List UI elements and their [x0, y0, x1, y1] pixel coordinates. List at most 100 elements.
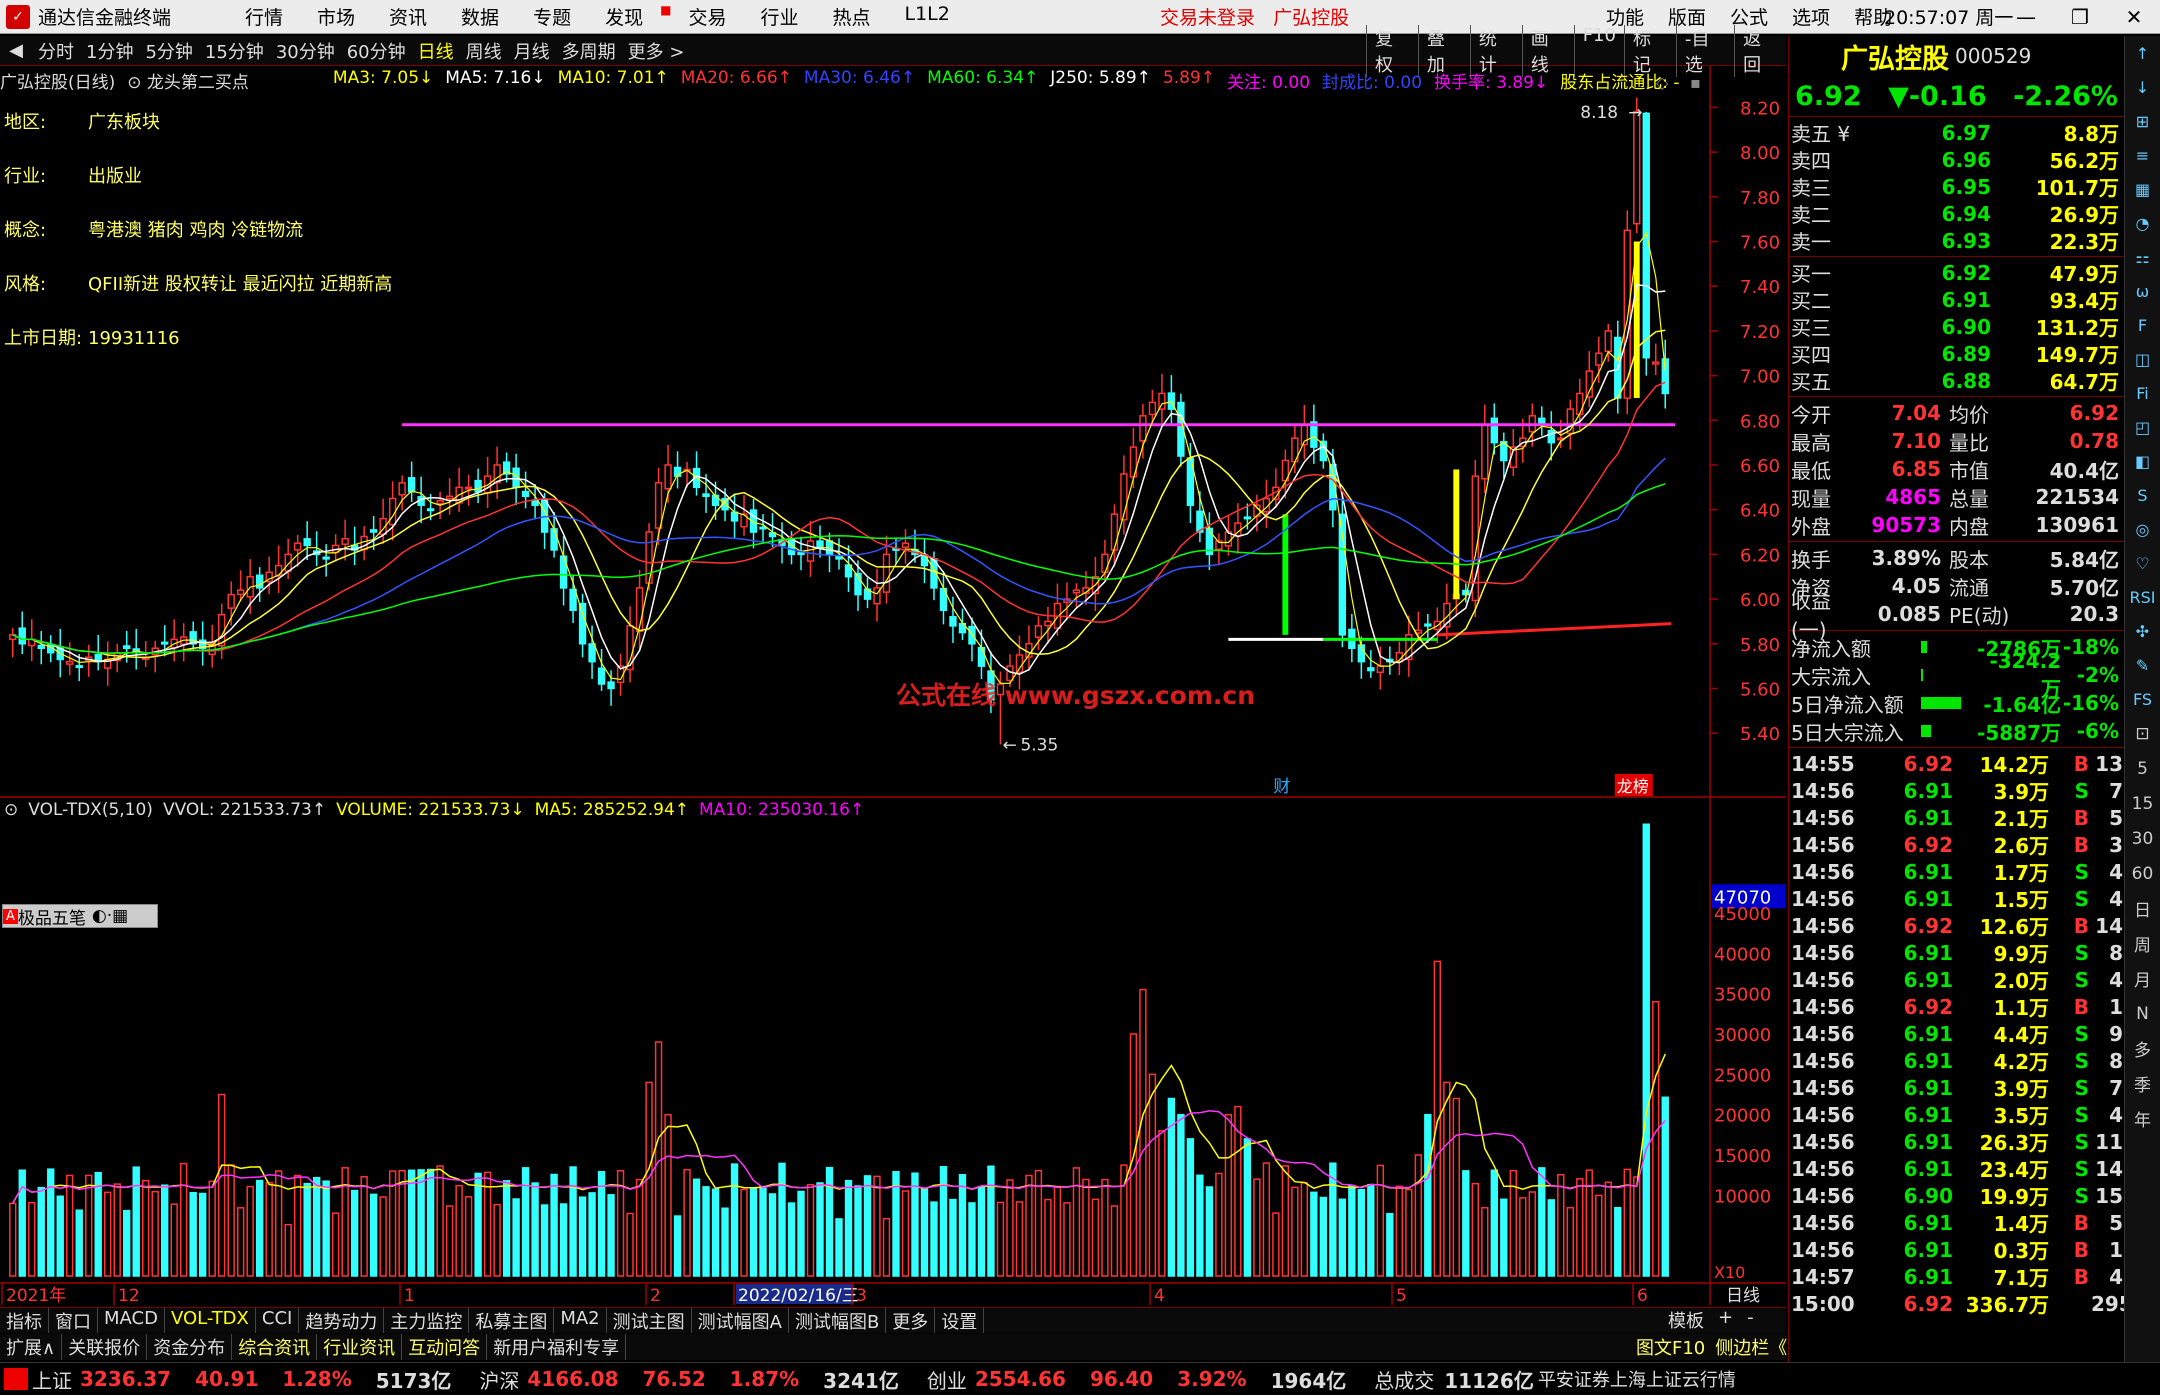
menu-7[interactable]: 行业 [743, 3, 815, 30]
tab-indicator-10[interactable]: 测试幅图A [692, 1308, 789, 1333]
tab-indicator-2[interactable]: MACD [98, 1308, 165, 1333]
tab-timeframe-1[interactable]: 1分钟 [80, 38, 139, 64]
menu-9[interactable]: L1L2 [887, 3, 966, 30]
index-name[interactable]: 沪深 [479, 1365, 519, 1394]
side-tool-26-icon[interactable]: 周 [2125, 926, 2160, 961]
side-tool-6-icon[interactable]: ⚏ [2125, 240, 2160, 274]
side-tool-21-icon[interactable]: 5 [2125, 751, 2160, 786]
tab-indicator-8[interactable]: MA2 [554, 1308, 607, 1333]
template-btn-2[interactable]: - [1747, 1307, 1754, 1333]
ime-toolbar[interactable]: A 极品五笔 ◐·▦ [2, 904, 158, 929]
order-row[interactable]: 卖一 6.93 22.3万 [1789, 227, 2124, 255]
side-tool-4-icon[interactable]: ▦ [2125, 172, 2160, 206]
tab-indicator-11[interactable]: 测试幅图B [789, 1308, 887, 1333]
order-row[interactable]: 买二 6.91 93.4万 [1789, 286, 2124, 314]
side-tool-20-icon[interactable]: ⊡ [2125, 716, 2160, 751]
side-tool-17-icon[interactable]: ✣ [2125, 614, 2160, 648]
tab-indicator-12[interactable]: 更多 [886, 1308, 936, 1333]
menu-3[interactable]: 数据 [444, 3, 516, 30]
side-tool-8-icon[interactable]: F [2125, 308, 2160, 342]
menu-5[interactable]: 发现 [588, 3, 660, 30]
close-icon[interactable]: ✕ [2114, 0, 2154, 34]
side-tool-12-icon[interactable]: ◧ [2125, 444, 2160, 478]
side-tool-0-icon[interactable]: ↑ [2125, 36, 2160, 70]
order-row[interactable]: 买五 6.88 64.7万 [1789, 367, 2124, 395]
tab-indicator-3[interactable]: VOL-TDX [165, 1308, 256, 1333]
side-btn-0[interactable]: 图文F10 [1636, 1334, 1705, 1360]
tab-ext-2[interactable]: 资金分布 [147, 1334, 233, 1360]
side-tool-22-icon[interactable]: 15 [2125, 786, 2160, 821]
tab-indicator-5[interactable]: 趋势动力 [299, 1308, 385, 1333]
side-btn-1[interactable]: 侧边栏《 [1715, 1334, 1787, 1360]
order-row[interactable]: 买三 6.90 131.2万 [1789, 313, 2124, 341]
tab-timeframe-9[interactable]: 多周期 [556, 38, 622, 64]
tab-indicator-7[interactable]: 私募主图 [469, 1308, 555, 1333]
tab-timeframe-7[interactable]: 周线 [460, 38, 508, 64]
tab-ext-6[interactable]: 新用户福利专享 [487, 1334, 627, 1360]
vol-menu-icon[interactable]: ⊙ [4, 800, 18, 820]
side-tool-10-icon[interactable]: Fi [2125, 376, 2160, 410]
menu-1[interactable]: 市场 [300, 3, 372, 30]
side-tool-14-icon[interactable]: ◎ [2125, 512, 2160, 546]
menu-2[interactable]: 资讯 [372, 3, 444, 30]
order-row[interactable]: 卖四 6.96 56.2万 [1789, 146, 2124, 174]
side-tool-18-icon[interactable]: ✎ [2125, 648, 2160, 682]
tab-ext-1[interactable]: 关联报价 [62, 1334, 148, 1360]
side-tool-28-icon[interactable]: N [2125, 996, 2160, 1031]
tab-indicator-13[interactable]: 设置 [935, 1308, 985, 1333]
tab-timeframe-0[interactable]: 分时 [32, 38, 80, 64]
side-tool-23-icon[interactable]: 30 [2125, 821, 2160, 856]
minimize-icon[interactable]: — [2006, 0, 2046, 34]
order-row[interactable]: 买一 6.92 47.9万 [1789, 259, 2124, 287]
tab-indicator-4[interactable]: CCI [256, 1308, 300, 1333]
tab-ext-4[interactable]: 行业资讯 [317, 1334, 403, 1360]
tab-ext-0[interactable]: 扩展∧ [0, 1334, 63, 1360]
order-row[interactable]: 买四 6.89 149.7万 [1789, 340, 2124, 368]
side-tool-19-icon[interactable]: FS [2125, 682, 2160, 716]
tab-timeframe-4[interactable]: 30分钟 [270, 38, 341, 64]
side-tool-11-icon[interactable]: ◰ [2125, 410, 2160, 444]
side-tool-27-icon[interactable]: 月 [2125, 961, 2160, 996]
menu-6[interactable]: 交易 [671, 3, 743, 30]
restore-icon[interactable]: ❐ [2060, 0, 2100, 34]
side-tool-1-icon[interactable]: ↓ [2125, 70, 2160, 104]
collapse-icon[interactable]: ◀ [0, 40, 32, 61]
tab-indicator-6[interactable]: 主力监控 [384, 1308, 470, 1333]
index-name[interactable]: 上证 [32, 1365, 72, 1394]
right-menu-3[interactable]: 选项 [1780, 3, 1842, 30]
menu-0[interactable]: 行情 [228, 3, 300, 30]
order-row[interactable]: 卖五 ¥ 6.97 8.8万 [1789, 119, 2124, 147]
side-tool-25-icon[interactable]: 日 [2125, 891, 2160, 926]
tab-indicator-0[interactable]: 指标 [0, 1308, 49, 1333]
order-row[interactable]: 卖三 6.95 101.7万 [1789, 173, 2124, 201]
menu-4[interactable]: 专题 [516, 3, 588, 30]
tab-ext-3[interactable]: 综合资讯 [232, 1334, 318, 1360]
side-tool-30-icon[interactable]: 季 [2125, 1066, 2160, 1101]
tab-timeframe-6[interactable]: 日线 [412, 38, 460, 64]
login-status[interactable]: 交易未登录 广弘控股 [1160, 3, 1349, 30]
template-btn-1[interactable]: + [1718, 1307, 1733, 1333]
formula-name[interactable]: ⊙ 龙头第二买点 [127, 68, 249, 93]
tab-indicator-1[interactable]: 窗口 [49, 1308, 98, 1333]
menu-8[interactable]: 热点 [815, 3, 887, 30]
side-tool-5-icon[interactable]: ◔ [2125, 206, 2160, 240]
tab-timeframe-3[interactable]: 15分钟 [199, 38, 270, 64]
side-tool-9-icon[interactable]: ◫ [2125, 342, 2160, 376]
side-tool-13-icon[interactable]: S [2125, 478, 2160, 512]
template-btn-0[interactable]: 模板 [1668, 1307, 1704, 1333]
tab-ext-5[interactable]: 互动问答 [402, 1334, 488, 1360]
side-tool-3-icon[interactable]: ≡ [2125, 138, 2160, 172]
order-row[interactable]: 卖二 6.94 26.9万 [1789, 200, 2124, 228]
tab-timeframe-8[interactable]: 月线 [508, 38, 556, 64]
side-tool-24-icon[interactable]: 60 [2125, 856, 2160, 891]
side-tool-15-icon[interactable]: ♡ [2125, 546, 2160, 580]
side-tool-16-icon[interactable]: RSI [2125, 580, 2160, 614]
tab-timeframe-10[interactable]: 更多 > [622, 38, 691, 64]
side-tool-2-icon[interactable]: ⊞ [2125, 104, 2160, 138]
tab-indicator-9[interactable]: 测试主图 [607, 1308, 692, 1333]
index-name[interactable]: 创业 [927, 1365, 967, 1394]
tab-timeframe-2[interactable]: 5分钟 [139, 38, 198, 64]
side-tool-31-icon[interactable]: 年 [2125, 1101, 2160, 1136]
side-tool-7-icon[interactable]: ω [2125, 274, 2160, 308]
side-tool-29-icon[interactable]: 多 [2125, 1031, 2160, 1066]
